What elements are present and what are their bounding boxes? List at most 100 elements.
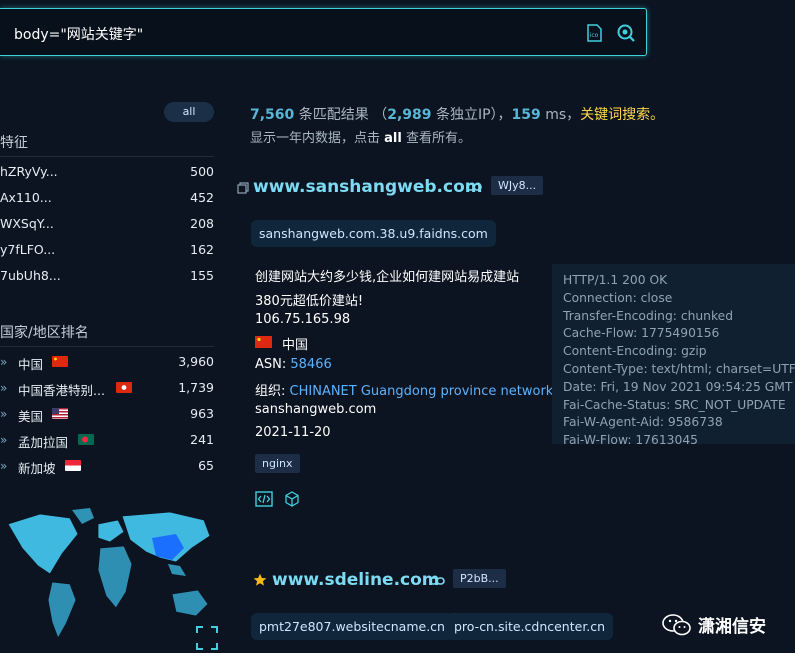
chevron-right-icon: » <box>0 433 8 447</box>
result-host-link[interactable]: www.sanshangweb.com <box>253 177 482 197</box>
features-title: 特征 <box>0 135 28 151</box>
china-flag-icon <box>255 336 272 348</box>
country-row-cn[interactable]: » 中国 3,960 <box>0 354 214 380</box>
feature-row[interactable]: hZRyVy... 500 <box>0 164 214 190</box>
http-line: Fai-W-Flow: 17613045 <box>563 433 698 444</box>
query-time: 159 <box>511 107 541 123</box>
asn-label: ASN: <box>255 357 287 372</box>
feature-row[interactable]: WXSqY... 208 <box>0 216 214 242</box>
cube-icon[interactable] <box>284 491 300 507</box>
result-host-link[interactable]: www.sdeline.com <box>272 570 440 590</box>
country-name: 孟加拉国 <box>18 435 69 450</box>
world-map[interactable] <box>0 504 218 653</box>
org-label: 组织: <box>255 384 286 399</box>
link-icon[interactable] <box>429 576 445 586</box>
singapore-flag-icon <box>65 460 81 471</box>
divider <box>0 346 214 347</box>
link-icon[interactable] <box>466 182 482 192</box>
star-icon[interactable] <box>253 573 267 587</box>
http-line: Date: Fri, 19 Nov 2021 09:54:25 GMT <box>563 379 793 394</box>
feature-row[interactable]: y7fLFO... 162 <box>0 242 214 268</box>
country-row-hk[interactable]: » 中国香港特别... 1,739 <box>0 380 214 406</box>
http-line: Connection: close <box>563 290 673 305</box>
http-line: Fai-Cache-Status: SRC_NOT_UPDATE <box>563 397 786 412</box>
watermark-text: 潇湘信安 <box>698 617 766 637</box>
sidebar: all 特征 hZRyVy... 500 Ax110... 452 WXSqY.… <box>0 90 218 653</box>
feature-count: 155 <box>190 268 214 283</box>
wechat-icon <box>662 614 691 636</box>
country-name: 新加坡 <box>18 461 56 476</box>
asn-link[interactable]: 58466 <box>290 357 331 372</box>
country-name: 中国 <box>18 357 44 372</box>
match-count: 7,560 <box>250 107 295 123</box>
site-title-line1: 创建网站大约多少钱,企业如何建网站易成建站 <box>255 270 520 285</box>
search-bar[interactable]: body="网站关键字" ico <box>0 8 647 56</box>
http-line: HTTP/1.1 200 OK <box>563 273 668 287</box>
feature-count: 162 <box>190 242 214 257</box>
server-tag[interactable]: nginx <box>255 454 300 473</box>
cert-badge[interactable]: WJy8... <box>491 176 544 195</box>
feature-row[interactable]: 7ubUh8... 155 <box>0 268 214 294</box>
cname-chip[interactable]: pro-cn.site.cdncenter.cn <box>446 613 614 640</box>
country-count: 963 <box>190 406 214 421</box>
chevron-right-icon: » <box>0 407 8 421</box>
country-row-bd[interactable]: » 孟加拉国 241 <box>0 432 214 458</box>
china-flag-icon <box>52 356 68 367</box>
cname-chip[interactable]: sanshangweb.com.38.u9.faidns.com <box>251 220 496 247</box>
search-input[interactable]: body="网站关键字" <box>14 24 143 44</box>
bangladesh-flag-icon <box>78 434 94 445</box>
divider <box>0 156 214 157</box>
note-prefix: 显示一年内数据，点击 <box>250 131 381 146</box>
search-icon[interactable] <box>616 23 636 43</box>
keyword-search-link[interactable]: 关键词搜索。 <box>580 107 664 123</box>
feature-count: 208 <box>190 216 214 231</box>
country-count: 241 <box>190 432 214 447</box>
country-name: 美国 <box>18 409 44 424</box>
domain-link[interactable]: sanshangweb.com <box>255 402 376 417</box>
country-count: 3,960 <box>178 354 214 369</box>
org-line: 组织: CHINANET Guangdong province network <box>255 380 553 399</box>
org-link[interactable]: CHINANET Guangdong province network <box>290 384 554 399</box>
note-suffix: 查看所有。 <box>405 131 471 146</box>
country-row-sg[interactable]: » 新加坡 65 <box>0 458 214 484</box>
usa-flag-icon <box>52 408 68 419</box>
feature-count: 500 <box>190 164 214 179</box>
http-line: Transfer-Encoding: chunked <box>563 308 734 323</box>
http-header-panel[interactable]: HTTP/1.1 200 OK Connection: close Transf… <box>552 264 795 444</box>
asn-line: ASN: 58466 <box>255 357 332 372</box>
query-time-label: ms， <box>545 107 581 123</box>
feature-key: 7ubUh8... <box>0 268 61 283</box>
chevron-right-icon: » <box>0 459 8 473</box>
icon-search-icon[interactable]: ico <box>584 23 604 43</box>
chevron-right-icon: » <box>0 355 8 369</box>
feature-key: Ax110... <box>0 190 52 205</box>
summary-note: 显示一年内数据，点击 all 查看所有。 <box>250 127 471 146</box>
http-line: Fai-W-Agent-Aid: 9586738 <box>563 415 723 430</box>
http-line: Cache-Flow: 1775490156 <box>563 326 720 341</box>
feature-row[interactable]: Ax110... 452 <box>0 190 214 216</box>
feature-key: WXSqY... <box>0 216 54 231</box>
feature-key: y7fLFO... <box>0 242 56 257</box>
country-row-us[interactable]: » 美国 963 <box>0 406 214 432</box>
cert-badge[interactable]: P2bB... <box>453 569 506 588</box>
country-name: 中国香港特别... <box>18 383 105 398</box>
svg-text:ico: ico <box>590 32 599 39</box>
country-link[interactable]: 中国 <box>282 334 308 353</box>
unique-ip-label: 条独立IP）， <box>435 107 512 123</box>
country-count: 65 <box>198 458 214 473</box>
site-title-line2: 380元超低价建站! <box>255 294 364 309</box>
match-label: 条匹配结果 （ <box>298 107 388 123</box>
result-summary: 7,560 条匹配结果 （2,989 条独立IP），159 ms，关键词搜索。 <box>250 104 664 124</box>
feature-key: hZRyVy... <box>0 164 58 179</box>
date-text: 2021-11-20 <box>255 425 331 440</box>
copy-icon[interactable] <box>237 182 249 194</box>
country-count: 1,739 <box>178 380 214 395</box>
show-all-link[interactable]: all <box>384 131 402 146</box>
cname-chip[interactable]: pmt27e807.websitecname.cn <box>251 613 453 640</box>
ip-link[interactable]: 106.75.165.98 <box>255 312 350 327</box>
feature-count: 452 <box>190 190 214 205</box>
all-button[interactable]: all <box>164 102 214 122</box>
code-icon[interactable] <box>255 491 273 507</box>
http-line: Content-Type: text/html; charset=UTF-8 <box>563 361 795 376</box>
chevron-right-icon: » <box>0 381 8 395</box>
